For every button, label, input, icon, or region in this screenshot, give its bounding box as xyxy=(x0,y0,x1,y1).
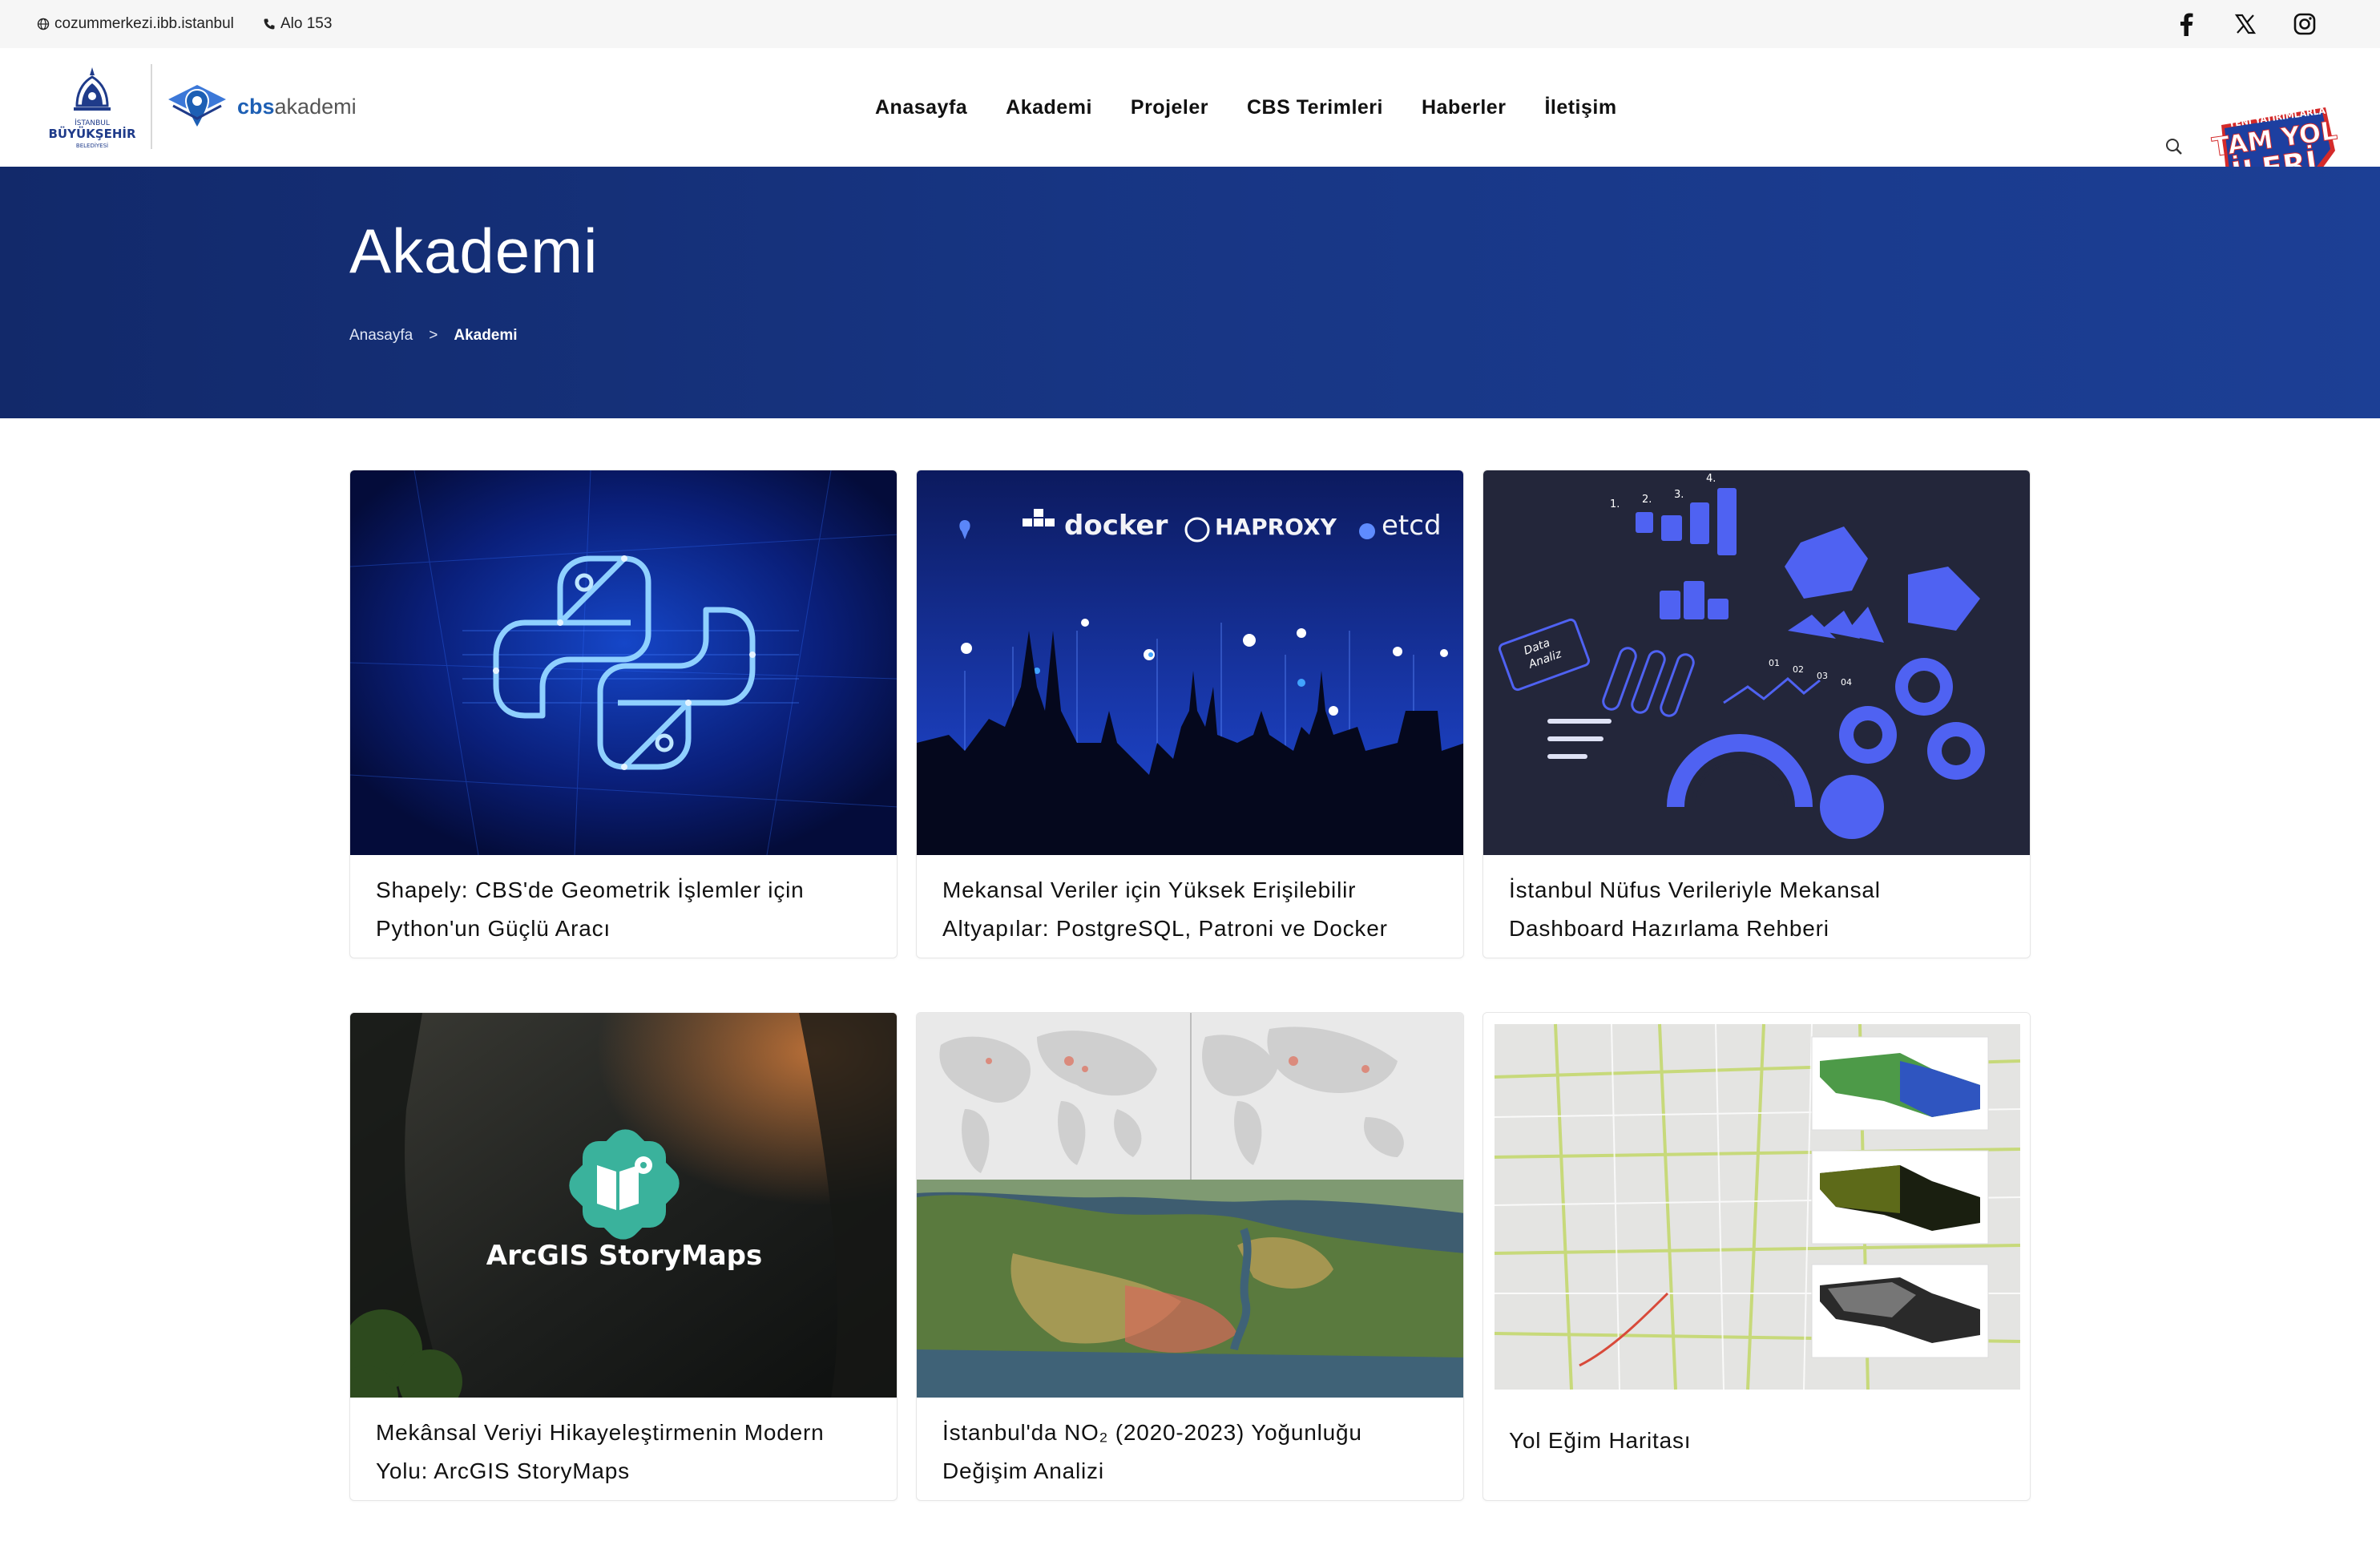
x-twitter-icon[interactable] xyxy=(2233,11,2258,37)
card-title-line1: Mekansal Veriler için Yüksek Erişilebili… xyxy=(942,877,1357,902)
ibb-logo-line2: BÜYÜKŞEHİR xyxy=(48,126,135,141)
card-title: İstanbul Nüfus Verileriyle Mekansal Dash… xyxy=(1509,871,1998,948)
ibb-logo-line3: BELEDİYESİ xyxy=(76,142,108,149)
step-2: 2. xyxy=(1642,494,1652,506)
article-card-no2[interactable]: İstanbul'da NO₂ (2020-2023) Yoğunluğu De… xyxy=(916,1012,1464,1501)
card-title-line2: Python'un Güçlü Aracı xyxy=(376,916,611,941)
card-title: Mekânsal Veriyi Hikayeleştirmenin Modern… xyxy=(376,1414,865,1491)
storymaps-thumb-text: ArcGIS StoryMaps xyxy=(486,1240,763,1272)
logo-divider xyxy=(151,64,152,149)
card-title-line2: Dashboard Hazırlama Rehberi xyxy=(1509,916,1829,941)
nav-anasayfa[interactable]: Anasayfa xyxy=(875,96,967,119)
ibb-logo[interactable]: İSTANBUL BÜYÜKŞEHİR BELEDİYESİ xyxy=(45,64,139,151)
website-link[interactable]: cozummerkezi.ibb.istanbul xyxy=(37,15,234,33)
globe-icon xyxy=(37,18,50,30)
num-03: 03 xyxy=(1817,671,1828,681)
card-title-line2: Değişim Analizi xyxy=(942,1458,1104,1483)
card-title: İstanbul'da NO₂ (2020-2023) Yoğunluğu De… xyxy=(942,1414,1431,1491)
page-title: Akademi xyxy=(349,216,599,286)
breadcrumb-separator: > xyxy=(429,327,438,344)
phone-text: Alo 153 xyxy=(280,15,333,32)
nav-haberler[interactable]: Haberler xyxy=(1422,96,1506,119)
cbs-logo-rest: akademi xyxy=(274,94,357,119)
nav-akademi[interactable]: Akademi xyxy=(1006,96,1092,119)
article-card-storymaps[interactable]: ArcGIS StoryMaps Mekânsal Veriyi Hikayel… xyxy=(349,1012,898,1501)
top-bar: cozummerkezi.ibb.istanbul Alo 153 xyxy=(0,0,2380,48)
logo-docker: docker xyxy=(1064,510,1168,542)
nav-projeler[interactable]: Projeler xyxy=(1131,96,1208,119)
cbs-logo-text: cbsakademi xyxy=(237,95,357,119)
card-title-line1: İstanbul Nüfus Verileriyle Mekansal xyxy=(1509,877,1881,902)
card-title-line2: Altyapılar: PostgreSQL, Patroni ve Docke… xyxy=(942,916,1388,941)
data-analysis-thumbnail: Data Analiz 1. 2. 3. 4. 01 02 03 04 xyxy=(1483,470,2030,855)
card-title-line1: Shapely: CBS'de Geometrik İşlemler için xyxy=(376,877,805,902)
breadcrumb-home[interactable]: Anasayfa xyxy=(349,327,413,345)
num-04: 04 xyxy=(1841,677,1852,688)
road-slope-map-thumbnail xyxy=(1483,1013,2030,1398)
docker-istanbul-thumbnail: docker HAPROXY etcd xyxy=(917,470,1463,855)
page-hero: Akademi Anasayfa > Akademi xyxy=(0,167,2380,418)
card-title: Mekansal Veriler için Yüksek Erişilebili… xyxy=(942,871,1431,948)
card-title: Yol Eğim Haritası xyxy=(1509,1422,1998,1460)
search-icon[interactable] xyxy=(2164,136,2184,157)
article-card-dashboard[interactable]: Data Analiz 1. 2. 3. 4. 01 02 03 04 İsta… xyxy=(1482,470,2031,958)
step-1: 1. xyxy=(1610,498,1620,510)
step-3: 3. xyxy=(1674,489,1684,501)
phone-link[interactable]: Alo 153 xyxy=(263,15,332,33)
cbs-logo-bold: cbs xyxy=(237,94,275,119)
nav-cbs-terimleri[interactable]: CBS Terimleri xyxy=(1247,96,1383,119)
breadcrumb-current: Akademi xyxy=(454,327,518,344)
card-title-line1: Yol Eğim Haritası xyxy=(1509,1428,1692,1453)
article-card-postgresql[interactable]: docker HAPROXY etcd Mekansal Veriler içi… xyxy=(916,470,1464,958)
phone-icon xyxy=(264,18,275,30)
python-logo-thumbnail xyxy=(350,470,897,855)
num-01: 01 xyxy=(1769,658,1780,668)
breadcrumb: Anasayfa > Akademi xyxy=(349,327,518,345)
no2-map-thumbnail xyxy=(917,1013,1463,1398)
social-links xyxy=(2173,11,2317,37)
storymaps-thumbnail: ArcGIS StoryMaps xyxy=(350,1013,897,1398)
article-card-shapely[interactable]: Shapely: CBS'de Geometrik İşlemler için … xyxy=(349,470,898,958)
card-title-line2: Yolu: ArcGIS StoryMaps xyxy=(376,1458,630,1483)
nav-iletisim[interactable]: İletişim xyxy=(1544,96,1616,119)
cbs-logo-mark-icon xyxy=(168,85,226,130)
logo-haproxy: HAPROXY xyxy=(1215,514,1337,540)
main-nav: Anasayfa Akademi Projeler CBS Terimleri … xyxy=(875,96,1617,119)
article-card-yol-egim[interactable]: Yol Eğim Haritası xyxy=(1482,1012,2031,1501)
num-02: 02 xyxy=(1793,664,1804,675)
facebook-icon[interactable] xyxy=(2173,11,2199,37)
card-title-line1: Mekânsal Veriyi Hikayeleştirmenin Modern xyxy=(376,1420,825,1445)
instagram-icon[interactable] xyxy=(2292,11,2317,37)
card-title: Shapely: CBS'de Geometrik İşlemler için … xyxy=(376,871,865,948)
step-4: 4. xyxy=(1706,473,1716,485)
cbs-akademi-logo[interactable]: cbsakademi xyxy=(167,82,357,131)
card-title-line1: İstanbul'da NO₂ (2020-2023) Yoğunluğu xyxy=(942,1420,1362,1445)
site-header: İSTANBUL BÜYÜKŞEHİR BELEDİYESİ cbsakadem… xyxy=(0,48,2380,221)
website-text: cozummerkezi.ibb.istanbul xyxy=(54,15,234,32)
logo-etcd: etcd xyxy=(1382,510,1442,542)
